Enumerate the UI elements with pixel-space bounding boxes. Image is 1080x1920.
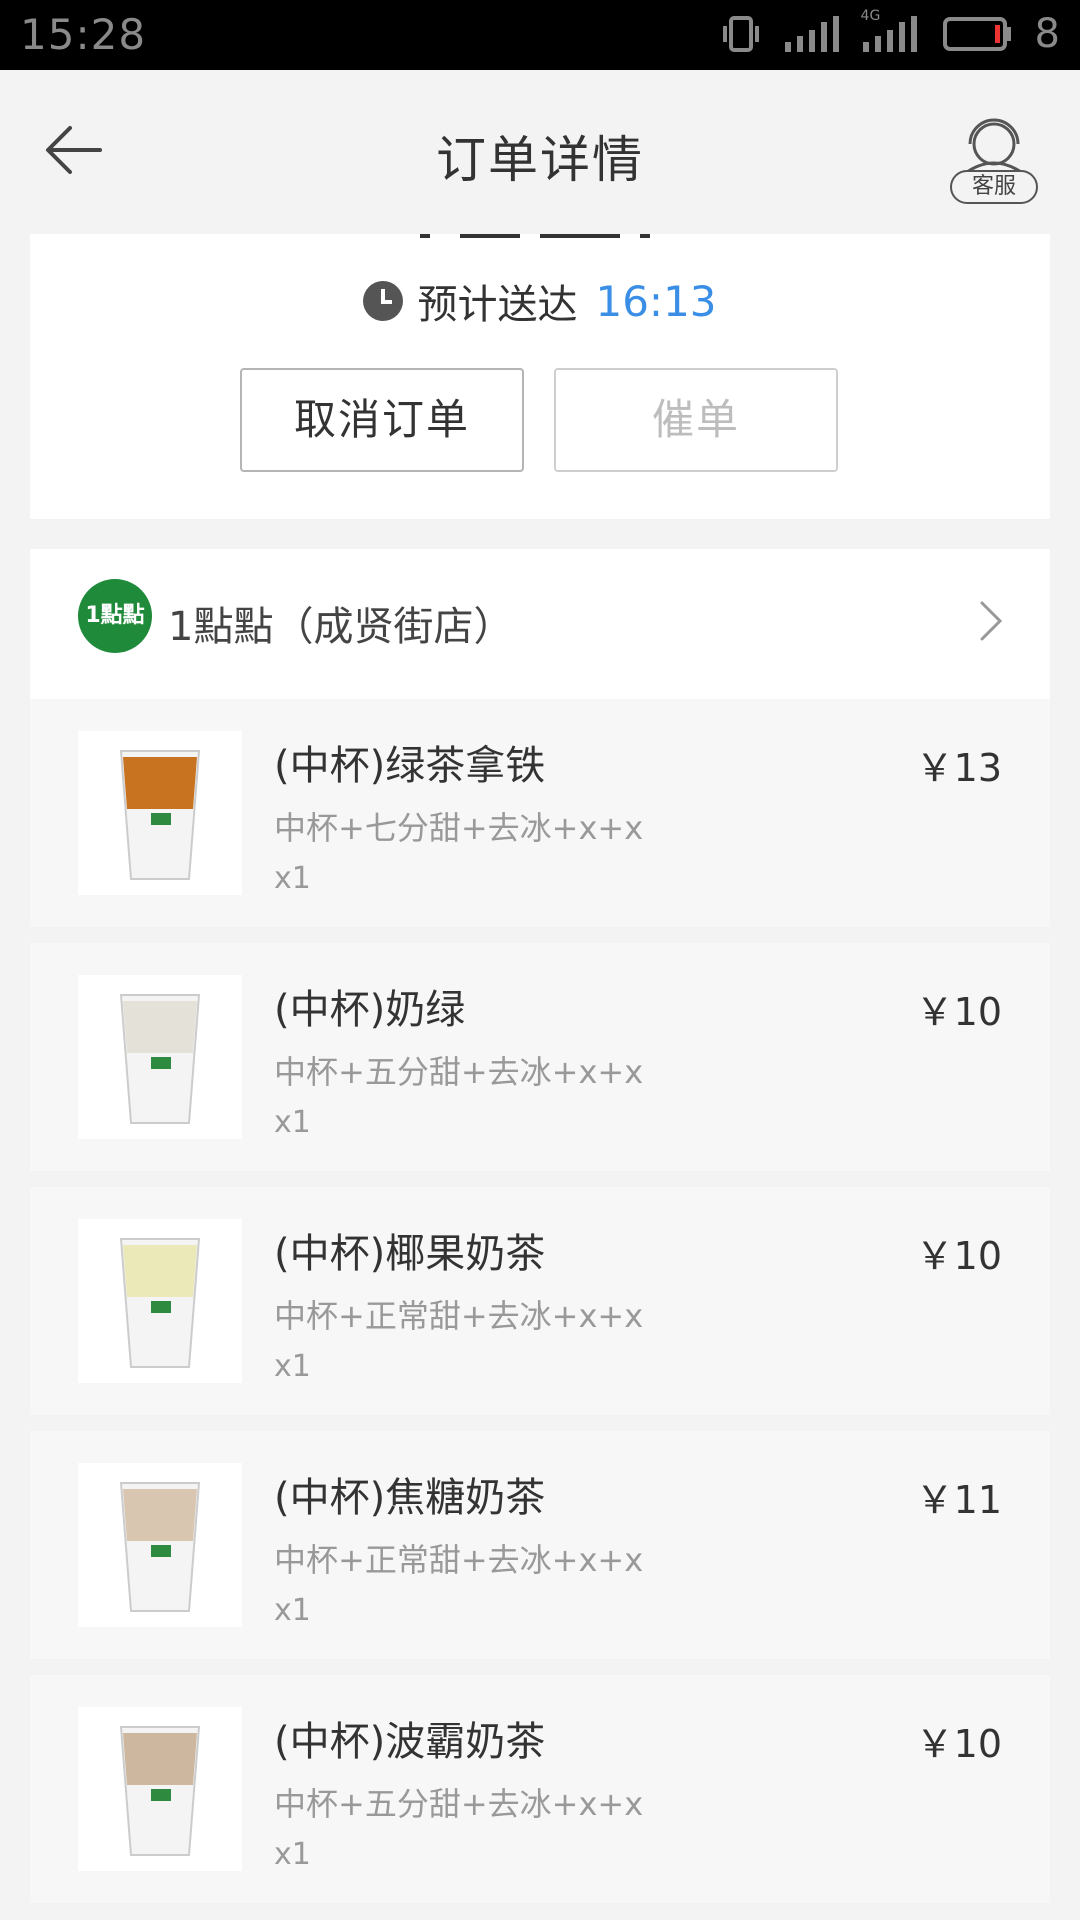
urge-order-button[interactable]: 催单 xyxy=(554,368,838,472)
battery-level: 8 xyxy=(1034,11,1060,57)
product-quantity: x1 xyxy=(274,861,311,896)
product-quantity: x1 xyxy=(274,1105,311,1140)
list-item[interactable]: (中杯)奶绿中杯+五分甜+去冰+x+x x1 ￥10 xyxy=(30,943,1050,1171)
eta-time: 16:13 xyxy=(595,276,717,326)
product-name: (中杯)绿茶拿铁 xyxy=(274,743,546,789)
product-image xyxy=(78,731,242,895)
product-spec: 中杯+正常甜+去冰+x+x xyxy=(274,1297,644,1335)
service-label: 客服 xyxy=(950,170,1038,204)
battery-icon xyxy=(942,17,1011,51)
list-item[interactable]: (中杯)波霸奶茶中杯+五分甜+去冰+x+x x1 ￥10 xyxy=(30,1675,1050,1903)
clock-icon xyxy=(363,281,404,321)
order-items-list: (中杯)绿茶拿铁中杯+七分甜+去冰+x+x x1 ￥13 (中杯)奶绿中杯+五分甜+去… xyxy=(30,699,1050,1919)
order-actions: 取消订单 催单 xyxy=(240,368,838,472)
drink-cup-icon xyxy=(119,1238,201,1368)
signal-4g-icon: 4G xyxy=(861,8,921,54)
product-image xyxy=(78,975,242,1139)
product-quantity: x1 xyxy=(274,1837,311,1872)
product-price: ￥10 xyxy=(915,1234,1002,1278)
product-quantity: x1 xyxy=(274,1349,311,1384)
product-name: (中杯)奶绿 xyxy=(274,987,466,1033)
cup-fill xyxy=(123,1245,197,1297)
eta-label: 预计送达 xyxy=(417,282,578,328)
product-price: ￥10 xyxy=(915,990,1002,1034)
drink-cup-icon xyxy=(119,1482,201,1612)
product-image xyxy=(78,1463,242,1627)
customer-service-button[interactable]: 客服 xyxy=(950,112,1044,208)
product-spec: 中杯+五分甜+去冰+x+x xyxy=(274,1785,644,1823)
list-item[interactable]: (中杯)绿茶拿铁中杯+七分甜+去冰+x+x x1 ￥13 xyxy=(30,699,1050,927)
list-item[interactable]: (中杯)焦糖奶茶中杯+正常甜+去冰+x+x x1 ￥11 xyxy=(30,1431,1050,1659)
product-price: ￥13 xyxy=(915,746,1002,790)
product-name: (中杯)波霸奶茶 xyxy=(274,1719,546,1765)
status-time: 15:28 xyxy=(20,10,147,59)
status-bar: 15:28 4G 8 xyxy=(0,0,1080,70)
drink-cup-icon xyxy=(119,750,201,880)
drink-cup-icon xyxy=(119,994,201,1124)
cup-fill xyxy=(123,1001,197,1053)
status-icons: 4G 8 xyxy=(721,8,1060,57)
product-spec: 中杯+五分甜+去冰+x+x xyxy=(274,1053,644,1091)
cup-fill xyxy=(123,1733,197,1785)
product-name: (中杯)椰果奶茶 xyxy=(274,1231,546,1277)
shop-name: 1點點（成贤街店） xyxy=(168,604,514,650)
chevron-right-icon xyxy=(980,601,1003,641)
shop-row[interactable]: 1點點 1點點（成贤街店） xyxy=(30,549,1050,699)
list-item[interactable]: (中杯)椰果奶茶中杯+正常甜+去冰+x+x x1 ￥10 xyxy=(30,1187,1050,1415)
product-spec: 中杯+正常甜+去冰+x+x xyxy=(274,1541,644,1579)
shop-logo: 1點點 xyxy=(78,579,152,653)
status-title-clipped xyxy=(420,234,650,238)
page-title: 订单详情 xyxy=(436,131,644,189)
cup-fill xyxy=(123,757,197,809)
app-header: 订单详情 客服 xyxy=(0,70,1080,234)
cancel-order-button[interactable]: 取消订单 xyxy=(240,368,524,472)
product-spec: 中杯+七分甜+去冰+x+x xyxy=(274,809,644,847)
drink-cup-icon xyxy=(119,1726,201,1856)
eta-row: 预计送达 16:13 xyxy=(30,272,1050,330)
product-image xyxy=(78,1219,242,1383)
product-image xyxy=(78,1707,242,1871)
product-price: ￥10 xyxy=(915,1722,1002,1766)
signal-icon xyxy=(784,16,839,52)
vibrate-icon xyxy=(722,16,759,52)
product-price: ￥11 xyxy=(915,1478,1002,1522)
product-quantity: x1 xyxy=(274,1593,311,1628)
order-status-card: 预计送达 16:13 取消订单 催单 xyxy=(30,234,1050,519)
product-name: (中杯)焦糖奶茶 xyxy=(274,1475,546,1521)
cup-fill xyxy=(123,1489,197,1541)
